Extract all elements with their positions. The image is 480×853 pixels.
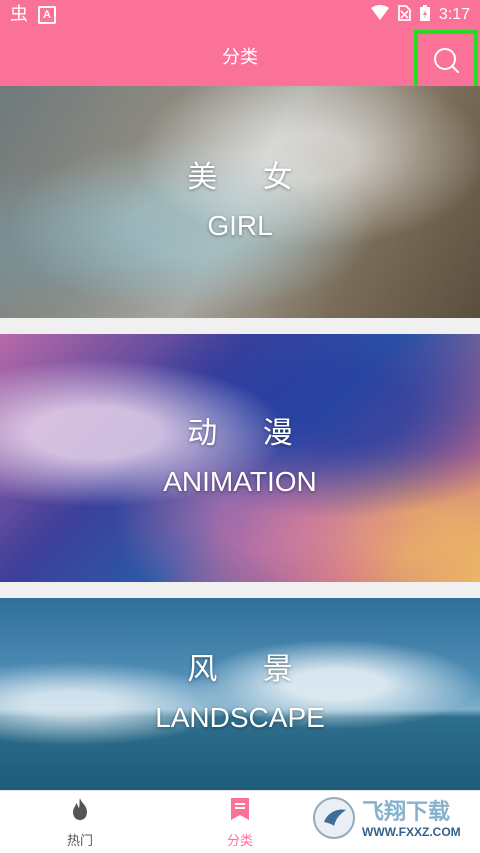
category-title-cn: 动 漫 [187, 416, 311, 451]
flame-icon [67, 796, 93, 826]
page-title: 分类 [222, 47, 258, 68]
category-card-animation[interactable]: 动 漫 ANIMATION [0, 334, 480, 582]
watermark-logo-icon [312, 796, 356, 844]
app-bar: 分类 [0, 30, 480, 94]
category-title-cn: 风 景 [187, 652, 311, 687]
category-title-cn: 美 女 [187, 160, 311, 195]
category-title-en: LANDSCAPE [155, 702, 325, 733]
category-list: 美 女 GIRL 动 漫 ANIMATION 风 景 LANDSCAPE [0, 86, 480, 790]
nav-label-hot: 热门 [66, 834, 93, 849]
status-time: 3:17 [438, 6, 470, 23]
list-icon [228, 796, 252, 826]
search-icon [432, 46, 460, 78]
battery-charging-icon [419, 4, 431, 26]
search-button[interactable] [414, 30, 478, 94]
wifi-icon [370, 5, 389, 25]
category-card-girl[interactable]: 美 女 GIRL [0, 86, 480, 318]
nav-label-category: 分类 [226, 834, 253, 849]
category-card-landscape[interactable]: 风 景 LANDSCAPE [0, 598, 480, 790]
screen: 虫 A 3:17 分类 美 女 GIRL 动 漫 ANIMATION 风 景 L… [0, 0, 480, 853]
notification-a-icon: A [38, 6, 56, 24]
watermark-text: 飞翔下载 [362, 800, 451, 825]
nav-item-hot[interactable]: 热门 [0, 791, 160, 853]
category-title-en: ANIMATION [163, 466, 317, 497]
status-bar: 虫 A 3:17 [0, 0, 480, 30]
app-notification-icon: 虫 [10, 4, 28, 25]
no-sim-icon [397, 5, 411, 25]
watermark-url: WWW.FXXZ.COM [362, 825, 461, 839]
category-title-en: GIRL [207, 210, 273, 241]
nav-item-category[interactable]: 分类 [160, 791, 320, 853]
watermark: 飞翔下载 WWW.FXXZ.COM [312, 796, 474, 844]
